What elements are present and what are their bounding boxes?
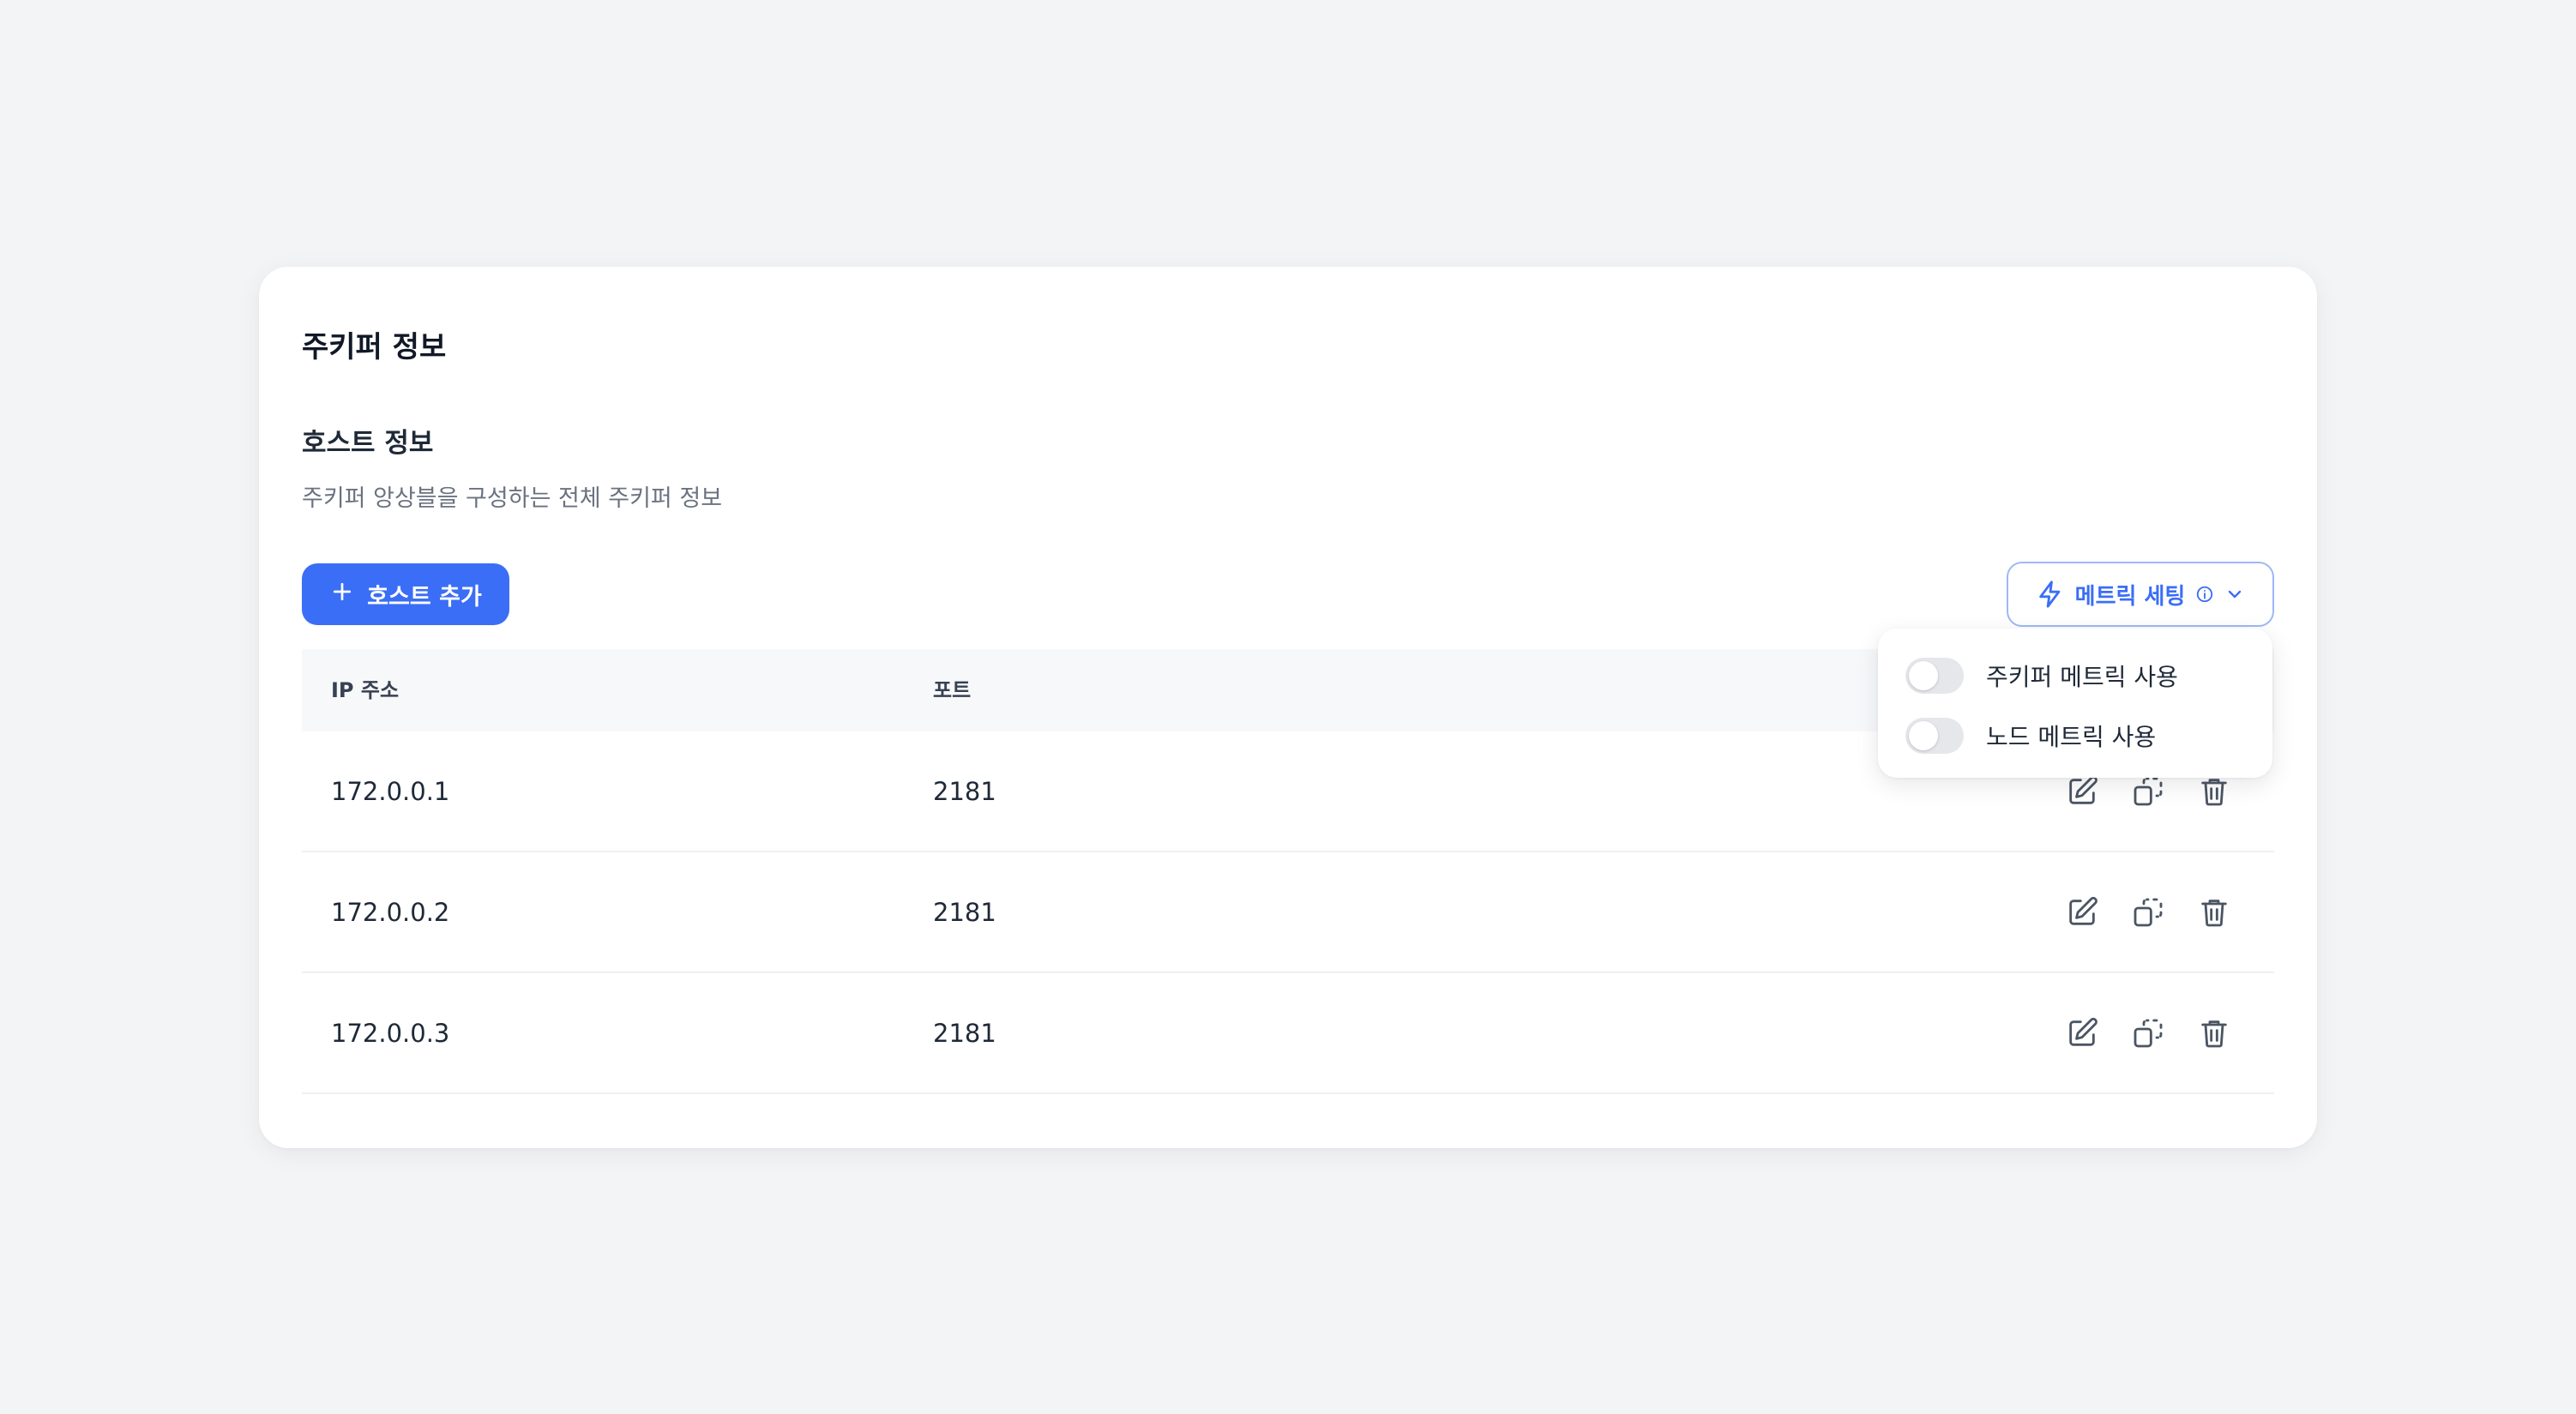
node-metric-label: 노드 메트릭 사용 [1986, 723, 2157, 751]
edit-icon[interactable] [2065, 1014, 2099, 1052]
port-cell: 2181 [933, 777, 996, 806]
table-row: 172.0.0.2 2181 [302, 852, 2274, 973]
menu-item-zookeeper-metric[interactable]: 주키퍼 메트릭 사용 [1905, 654, 2178, 697]
row-actions [2065, 894, 2231, 931]
metric-settings-button[interactable]: 메트릭 세팅 [2007, 562, 2274, 627]
row-actions [2065, 1014, 2231, 1052]
info-icon [2195, 585, 2214, 604]
host-info-title: 호스트 정보 [302, 428, 434, 459]
table-row: 172.0.0.3 2181 [302, 973, 2274, 1094]
add-host-label: 호스트 추가 [367, 583, 482, 611]
ip-cell: 172.0.0.1 [331, 777, 450, 806]
zookeeper-metric-label: 주키퍼 메트릭 사용 [1986, 663, 2178, 691]
column-header-ip: IP 주소 [331, 678, 400, 702]
card-title: 주키퍼 정보 [302, 330, 447, 364]
trash-icon[interactable] [2197, 894, 2231, 931]
add-host-button[interactable]: 호스트 추가 [302, 563, 509, 625]
ip-cell: 172.0.0.3 [331, 1019, 450, 1048]
edit-icon[interactable] [2065, 894, 2099, 931]
node-metric-toggle[interactable] [1905, 718, 1964, 754]
plus-icon [329, 579, 355, 611]
menu-item-node-metric[interactable]: 노드 메트릭 사용 [1905, 714, 2156, 757]
duplicate-icon[interactable] [2131, 773, 2165, 810]
ip-cell: 172.0.0.2 [331, 898, 450, 927]
bolt-icon [2036, 580, 2065, 609]
column-header-port: 포트 [933, 678, 972, 702]
metric-settings-menu: 주키퍼 메트릭 사용 노드 메트릭 사용 [1878, 629, 2272, 778]
edit-icon[interactable] [2065, 773, 2099, 810]
row-actions [2065, 773, 2231, 810]
host-info-description: 주키퍼 앙상블을 구성하는 전체 주키퍼 정보 [302, 485, 723, 512]
trash-icon[interactable] [2197, 1014, 2231, 1052]
zookeeper-metric-toggle[interactable] [1905, 658, 1964, 694]
port-cell: 2181 [933, 1019, 996, 1048]
toggle-knob [1909, 661, 1938, 690]
screen-background: 주키퍼 정보 호스트 정보 주키퍼 앙상블을 구성하는 전체 주키퍼 정보 호스… [0, 0, 2576, 1414]
duplicate-icon[interactable] [2131, 894, 2165, 931]
metric-settings-label: 메트릭 세팅 [2074, 583, 2186, 610]
port-cell: 2181 [933, 898, 996, 927]
toggle-knob [1909, 721, 1938, 750]
trash-icon[interactable] [2197, 773, 2231, 810]
chevron-down-icon [2224, 584, 2245, 605]
duplicate-icon[interactable] [2131, 1014, 2165, 1052]
